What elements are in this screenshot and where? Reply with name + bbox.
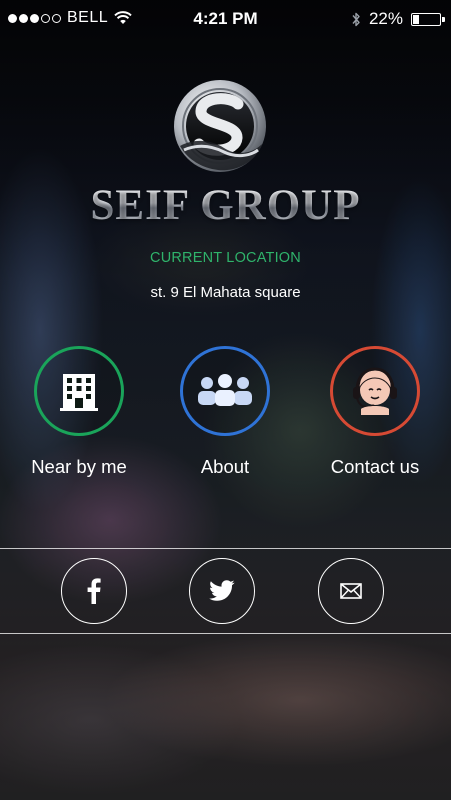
group-icon <box>198 374 252 406</box>
divider-top <box>0 548 451 549</box>
current-location-label: CURRENT LOCATION <box>150 250 301 266</box>
building-icon <box>60 374 98 411</box>
about-label: About <box>200 456 250 477</box>
about-button[interactable]: About <box>155 346 295 478</box>
near-by-me-button[interactable]: Near by me <box>9 346 149 478</box>
brand-name: SEIF GROUP <box>0 181 451 230</box>
contact-us-label: Contact us <box>330 456 420 477</box>
divider-bottom <box>0 633 451 634</box>
seif-logo-icon <box>174 80 266 172</box>
status-bar: BELL 4:21 PM 22% <box>0 0 451 38</box>
bluetooth-icon <box>352 12 360 26</box>
near-by-me-ring[interactable] <box>34 346 124 436</box>
facebook-button[interactable] <box>61 558 127 624</box>
status-right: 22% <box>351 9 445 29</box>
twitter-icon <box>209 580 235 601</box>
battery-icon <box>411 12 445 26</box>
facebook-icon <box>87 578 101 604</box>
contact-us-ring[interactable] <box>330 346 420 436</box>
about-ring[interactable] <box>180 346 270 436</box>
battery-level <box>413 14 420 24</box>
current-location-address: st. 9 El Mahata square <box>150 284 301 301</box>
support-agent-icon <box>353 367 397 415</box>
mail-icon <box>340 583 362 599</box>
contact-us-button[interactable]: Contact us <box>300 346 450 478</box>
mail-button[interactable] <box>318 558 384 624</box>
twitter-button[interactable] <box>189 558 255 624</box>
battery-percent: 22% <box>368 9 403 28</box>
near-by-me-label: Near by me <box>31 456 127 477</box>
